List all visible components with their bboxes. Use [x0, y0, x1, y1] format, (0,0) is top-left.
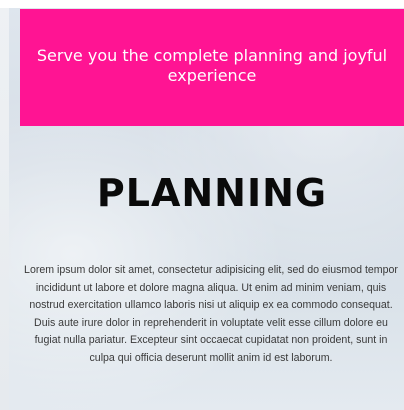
- hero-banner: Serve you the complete planning and joyf…: [20, 9, 404, 126]
- top-strip: [0, 0, 404, 8]
- left-edge-rail: [0, 0, 9, 410]
- section-body-text: Lorem ipsum dolor sit amet, consectetur …: [24, 264, 398, 364]
- section-title: PLANNING: [96, 171, 328, 215]
- banner-tagline: Serve you the complete planning and joyf…: [36, 46, 388, 85]
